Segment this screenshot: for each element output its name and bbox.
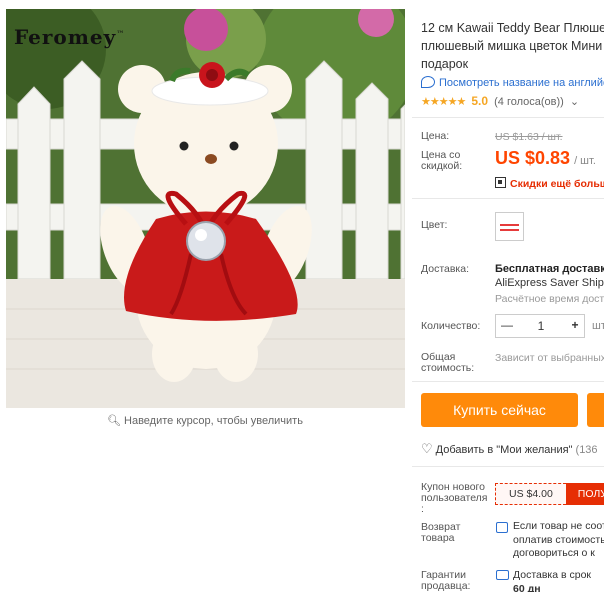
rating-score: 5.0 xyxy=(471,94,489,108)
price-label: Цена: xyxy=(421,130,450,142)
brand-watermark: Feromey™ xyxy=(14,25,126,49)
shipping-method-select[interactable]: AliExpress Saver Shipping xyxy=(495,277,604,289)
wishlist-count: (136 xyxy=(575,444,598,456)
shipping-title: Бесплатная доставка xyxy=(495,263,604,275)
qr-code-icon xyxy=(495,177,506,188)
votes-count: (4 голоса(ов)) xyxy=(494,96,564,108)
truck-icon xyxy=(496,570,509,580)
shipping-time: Расчётное время доставки xyxy=(495,293,604,305)
get-coupon-button[interactable]: ПОЛУЧИТЬ xyxy=(565,483,604,505)
divider xyxy=(412,381,604,382)
returns-policy-text: Если товар не соответствует оплатив стои… xyxy=(513,520,604,559)
heart-icon: ♡ xyxy=(421,441,433,456)
guarantee-label: Гарантии продавца: xyxy=(421,569,471,592)
discount-price-label: Цена со скидкой: xyxy=(421,149,463,172)
quantity-unit: шт. xyxy=(592,320,604,332)
total-value: Зависит от выбранных xyxy=(495,352,604,364)
guarantee-text: Доставка в срок 60 дн xyxy=(513,569,592,592)
quantity-input[interactable]: 1 xyxy=(518,315,564,337)
zoom-hint: 🔍︎ Наведите курсор, чтобы увеличить xyxy=(107,415,303,427)
divider xyxy=(412,117,604,118)
delivery-label: Доставка: xyxy=(421,263,470,275)
product-gallery: Feromey™ 🔍︎ Наведите курсор, чтобы увелич… xyxy=(0,0,410,440)
quantity-decrease-button[interactable]: — xyxy=(496,315,518,337)
product-info-panel: 12 см Kawaii Teddy Bear Плюшевый плюшевы… xyxy=(412,0,604,592)
divider xyxy=(412,466,604,467)
discount-price: US $0.83/ шт. xyxy=(495,148,596,168)
old-price: US $1.63 / шт. xyxy=(495,131,563,143)
qr-promo-link[interactable]: Скидки ещё больше xyxy=(495,177,604,190)
translate-icon xyxy=(421,76,435,88)
coupon-card: US $4.00ПОЛУЧИТЬ xyxy=(495,483,604,505)
buy-now-button[interactable]: Купить сейчас xyxy=(421,393,578,427)
divider xyxy=(412,198,604,199)
coupon-amount: US $4.00 xyxy=(495,483,566,505)
star-rating-icon: ★★★★★ xyxy=(421,96,466,108)
add-to-wishlist-link[interactable]: ♡ Добавить в "Мои желания" (136 xyxy=(421,441,598,457)
quantity-label: Количество: xyxy=(421,320,481,332)
add-to-cart-button[interactable] xyxy=(587,393,604,427)
total-label: Общая стоимость: xyxy=(421,351,475,374)
returns-label: Возврат товара xyxy=(421,521,461,544)
product-main-image[interactable]: Feromey™ xyxy=(6,9,405,408)
new-user-coupon-label: Купон нового пользователя : xyxy=(421,481,488,515)
color-label: Цвет: xyxy=(421,219,448,231)
rating-row[interactable]: ★★★★★ 5.0 (4 голоса(ов)) ⌄ xyxy=(421,94,579,108)
magnifier-icon: 🔍︎ xyxy=(107,415,122,427)
product-title: 12 см Kawaii Teddy Bear Плюшевый плюшевы… xyxy=(421,21,604,71)
quantity-stepper: — 1 + xyxy=(495,314,585,338)
chevron-down-icon: ⌄ xyxy=(569,96,580,108)
translate-title-link[interactable]: Посмотреть название на английском xyxy=(421,76,604,89)
quantity-increase-button[interactable]: + xyxy=(564,315,586,337)
return-box-icon xyxy=(496,522,508,533)
color-swatch-option[interactable] xyxy=(495,212,524,241)
